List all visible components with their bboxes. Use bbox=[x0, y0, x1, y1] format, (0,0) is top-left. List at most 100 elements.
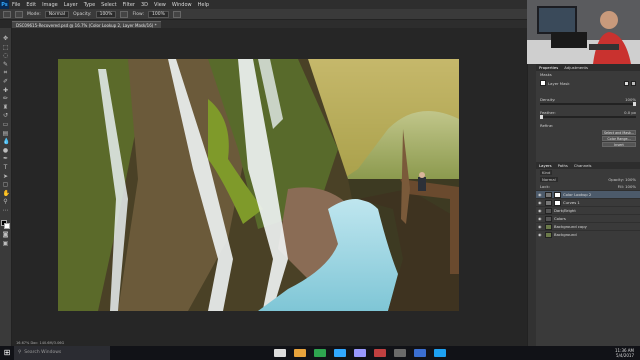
app-taskbar-icon[interactable] bbox=[434, 349, 446, 357]
density-slider-handle[interactable] bbox=[633, 102, 636, 106]
document-tab[interactable]: DSC09615-Recovered.psd @ 16.7% (Color Lo… bbox=[12, 21, 161, 28]
windows-start-icon[interactable]: ⊞ bbox=[0, 346, 14, 360]
quick-select-tool-icon[interactable]: ✎ bbox=[3, 61, 9, 68]
dodge-tool-icon[interactable]: ● bbox=[3, 147, 9, 154]
eraser-tool-icon[interactable]: ▭ bbox=[3, 121, 9, 128]
crop-tool-icon[interactable]: ⌗ bbox=[3, 70, 9, 76]
menu-image[interactable]: Image bbox=[39, 2, 61, 8]
menu-layer[interactable]: Layer bbox=[61, 2, 81, 8]
density-slider[interactable] bbox=[540, 102, 636, 106]
mask-thumbnail[interactable] bbox=[554, 199, 561, 206]
app-taskbar-icon[interactable] bbox=[374, 349, 386, 357]
chrome-icon[interactable] bbox=[314, 349, 326, 357]
menu-3d[interactable]: 3D bbox=[138, 2, 151, 8]
tab-layers[interactable]: Layers bbox=[539, 163, 552, 168]
menu-type[interactable]: Type bbox=[81, 2, 98, 8]
layer-row[interactable]: ◉ Dark/Bright bbox=[536, 206, 640, 214]
menu-window[interactable]: Window bbox=[169, 2, 195, 8]
airbrush-icon[interactable] bbox=[172, 10, 181, 18]
search-icon: ⚲ bbox=[18, 350, 22, 355]
select-and-mask-button[interactable]: Select and Mask... bbox=[602, 130, 636, 135]
visibility-eye-icon[interactable]: ◉ bbox=[538, 200, 543, 205]
screen-mode-icon[interactable]: ▣ bbox=[3, 240, 9, 247]
menu-file[interactable]: File bbox=[9, 2, 23, 8]
system-tray-clock[interactable]: 11:36 AM 5/4/2017 bbox=[615, 348, 640, 358]
mask-thumbnail[interactable] bbox=[554, 191, 561, 198]
feather-value[interactable]: 0.0 px bbox=[624, 110, 636, 115]
history-brush-tool-icon[interactable]: ↺ bbox=[3, 113, 9, 119]
brush-tool-icon[interactable]: ✏ bbox=[3, 96, 9, 102]
visibility-eye-icon[interactable]: ◉ bbox=[538, 192, 543, 197]
waterfall-photo[interactable] bbox=[58, 59, 459, 311]
photoshop-taskbar-icon[interactable] bbox=[334, 349, 346, 357]
layer-name: Colors bbox=[554, 216, 566, 221]
more-tools-icon[interactable]: ⋯ bbox=[3, 207, 9, 214]
visibility-eye-icon[interactable]: ◉ bbox=[538, 232, 543, 237]
type-tool-icon[interactable]: T bbox=[3, 164, 9, 171]
visibility-eye-icon[interactable]: ◉ bbox=[538, 224, 543, 229]
color-range-button[interactable]: Color Range... bbox=[602, 136, 636, 141]
tab-paths[interactable]: Paths bbox=[558, 163, 568, 168]
layer-row[interactable]: ◉ Curves 1 bbox=[536, 198, 640, 206]
hand-tool-icon[interactable]: ✋ bbox=[3, 190, 10, 197]
eyedropper-tool-icon[interactable]: ✐ bbox=[3, 78, 9, 85]
feather-slider-handle[interactable] bbox=[540, 115, 543, 119]
opacity-field[interactable]: 100% bbox=[95, 10, 117, 18]
move-tool-icon[interactable]: ✥ bbox=[3, 36, 9, 42]
vector-mask-icon[interactable] bbox=[631, 80, 636, 86]
menu-edit[interactable]: Edit bbox=[23, 2, 39, 8]
pixel-mask-icon[interactable] bbox=[624, 80, 629, 86]
visibility-eye-icon[interactable]: ◉ bbox=[538, 208, 543, 213]
mode-label: Mode: bbox=[27, 11, 41, 17]
premiere-taskbar-icon[interactable] bbox=[354, 349, 366, 357]
refine-label: Refine: bbox=[540, 123, 554, 128]
blend-mode-select[interactable]: Normal bbox=[540, 177, 558, 182]
tab-properties[interactable]: Properties bbox=[539, 65, 558, 70]
gradient-tool-icon[interactable]: ▤ bbox=[3, 130, 9, 137]
pen-tool-icon[interactable]: ✒ bbox=[3, 156, 9, 162]
lasso-tool-icon[interactable]: ◌ bbox=[3, 53, 9, 59]
menu-view[interactable]: View bbox=[151, 2, 169, 8]
layer-mask-row: Layer Mask bbox=[536, 78, 640, 88]
blur-tool-icon[interactable]: 💧 bbox=[3, 139, 10, 145]
path-selection-tool-icon[interactable]: ➤ bbox=[3, 173, 9, 180]
density-label: Density: bbox=[540, 97, 556, 102]
mask-thumbnail[interactable] bbox=[540, 80, 546, 86]
layer-kind-filter[interactable]: Kind bbox=[540, 170, 553, 175]
fill-value[interactable]: 100% bbox=[625, 184, 636, 189]
file-explorer-icon[interactable] bbox=[294, 349, 306, 357]
menu-select[interactable]: Select bbox=[98, 2, 119, 8]
quick-mask-icon[interactable]: ◙ bbox=[3, 232, 9, 238]
flow-field[interactable]: 100% bbox=[148, 10, 169, 18]
layer-row[interactable]: ◉ Background copy bbox=[536, 222, 640, 230]
task-view-icon[interactable] bbox=[274, 349, 286, 357]
layer-row[interactable]: ◉ Color Lookup 2 bbox=[536, 190, 640, 198]
canvas-area[interactable] bbox=[12, 28, 527, 346]
layer-name: Dark/Bright bbox=[554, 208, 576, 213]
pressure-opacity-icon[interactable] bbox=[120, 10, 129, 18]
layer-row[interactable]: ◉ Background bbox=[536, 230, 640, 238]
layers-opacity-value[interactable]: 100% bbox=[625, 177, 636, 182]
visibility-eye-icon[interactable]: ◉ bbox=[538, 216, 543, 221]
healing-brush-tool-icon[interactable]: ✚ bbox=[3, 87, 9, 94]
menu-filter[interactable]: Filter bbox=[120, 2, 138, 8]
brush-picker-icon[interactable] bbox=[15, 10, 23, 18]
background-color[interactable] bbox=[4, 223, 10, 230]
clone-stamp-tool-icon[interactable]: ♜ bbox=[3, 104, 9, 111]
menu-help[interactable]: Help bbox=[195, 2, 212, 8]
app-taskbar-icon[interactable] bbox=[394, 349, 406, 357]
layer-row[interactable]: ◉ Colors bbox=[536, 214, 640, 222]
tab-adjustments[interactable]: Adjustments bbox=[564, 65, 588, 70]
brush-tool-preset-icon[interactable] bbox=[3, 10, 11, 18]
tab-channels[interactable]: Channels bbox=[574, 163, 592, 168]
marquee-tool-icon[interactable]: ⬚ bbox=[3, 44, 9, 51]
mode-select[interactable]: Normal bbox=[44, 10, 70, 18]
taskbar-search[interactable]: ⚲ Search Windows bbox=[14, 346, 110, 360]
app-taskbar-icon[interactable] bbox=[414, 349, 426, 357]
zoom-tool-icon[interactable]: ⚲ bbox=[3, 199, 9, 205]
invert-button[interactable]: Invert bbox=[602, 142, 636, 147]
layer-name: Background copy bbox=[554, 224, 587, 229]
shape-tool-icon[interactable]: ▢ bbox=[3, 182, 9, 188]
color-swatches[interactable] bbox=[1, 220, 10, 230]
feather-slider[interactable] bbox=[540, 115, 636, 119]
